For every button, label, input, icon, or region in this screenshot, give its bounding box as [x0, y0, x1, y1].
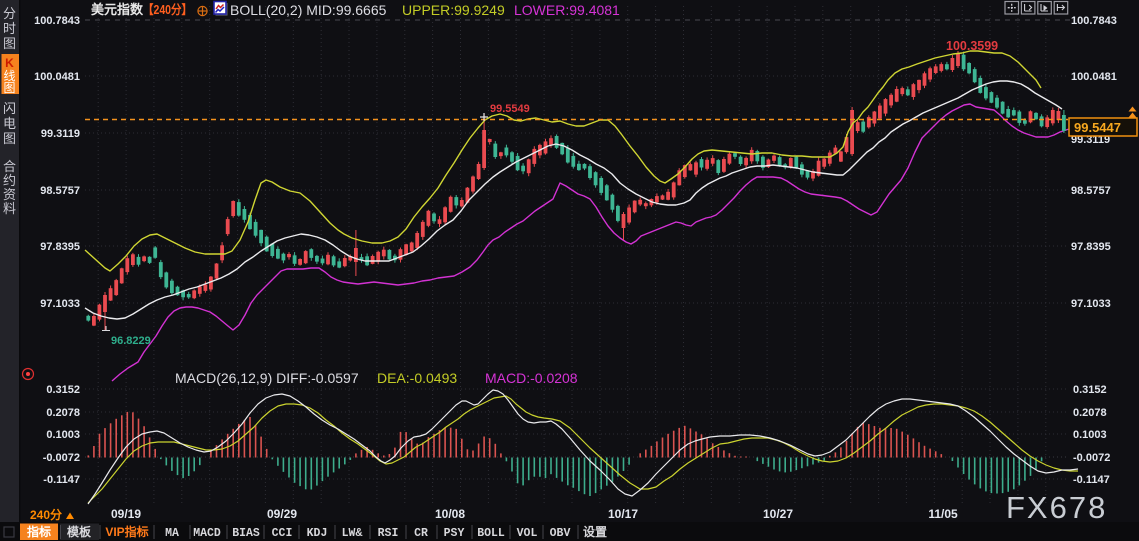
- svg-text:100.0481: 100.0481: [34, 71, 80, 83]
- svg-text:RSI: RSI: [378, 527, 399, 540]
- svg-text:11/05: 11/05: [928, 507, 958, 521]
- svg-text:100.3599: 100.3599: [946, 39, 998, 53]
- svg-text:97.8395: 97.8395: [1071, 241, 1111, 253]
- svg-text:VIP指标: VIP指标: [105, 524, 148, 539]
- svg-text:MACD(26,12,9) DIFF:-0.0597: MACD(26,12,9) DIFF:-0.0597: [175, 370, 359, 386]
- svg-text:时: 时: [3, 21, 16, 36]
- svg-text:MACD:-0.0208: MACD:-0.0208: [485, 370, 578, 386]
- svg-text:FX678: FX678: [1006, 490, 1107, 525]
- svg-text:96.8229: 96.8229: [111, 335, 151, 347]
- svg-text:闪: 闪: [3, 101, 16, 116]
- svg-text:美元指数: 美元指数: [91, 2, 144, 17]
- svg-text:09/29: 09/29: [267, 507, 297, 521]
- svg-text:0.2078: 0.2078: [46, 407, 80, 419]
- svg-text:100.7843: 100.7843: [1071, 15, 1117, 27]
- svg-text:UPPER:99.9249: UPPER:99.9249: [402, 2, 505, 18]
- svg-text:VOL: VOL: [517, 527, 538, 540]
- svg-text:LOWER:99.4081: LOWER:99.4081: [514, 2, 620, 18]
- svg-text:99.3119: 99.3119: [41, 128, 80, 140]
- svg-text:MACD: MACD: [193, 527, 221, 540]
- svg-text:0.1003: 0.1003: [1073, 429, 1107, 441]
- svg-text:MA: MA: [165, 527, 179, 540]
- svg-text:10/17: 10/17: [608, 507, 638, 521]
- svg-text:料: 料: [3, 201, 16, 216]
- svg-text:0.1003: 0.1003: [46, 429, 80, 441]
- svg-text:图: 图: [3, 36, 16, 51]
- svg-text:98.5757: 98.5757: [40, 185, 80, 197]
- svg-text:10/08: 10/08: [435, 507, 465, 521]
- svg-text:资: 资: [3, 187, 16, 202]
- svg-text:模板: 模板: [67, 524, 92, 539]
- svg-text:-0.0072: -0.0072: [43, 452, 80, 464]
- svg-text:09/19: 09/19: [111, 507, 141, 521]
- svg-text:99.5447: 99.5447: [1074, 120, 1121, 135]
- svg-text:合: 合: [3, 159, 16, 174]
- svg-text:10/27: 10/27: [763, 507, 793, 521]
- svg-text:设置: 设置: [583, 524, 607, 539]
- svg-text:约: 约: [3, 173, 16, 188]
- svg-text:OBV: OBV: [550, 527, 571, 540]
- svg-text:CCI: CCI: [272, 527, 293, 540]
- svg-text:K: K: [5, 56, 14, 70]
- svg-text:【240分】: 【240分】: [143, 2, 192, 17]
- svg-text:0.3152: 0.3152: [1073, 384, 1107, 396]
- svg-text:指标: 指标: [27, 524, 51, 539]
- svg-text:100.0481: 100.0481: [1071, 71, 1117, 83]
- svg-text:BOLL(20,2) MID:99.6665: BOLL(20,2) MID:99.6665: [230, 2, 387, 18]
- svg-text:DEA:-0.0493: DEA:-0.0493: [377, 370, 457, 386]
- svg-text:0.2078: 0.2078: [1073, 407, 1107, 419]
- svg-text:PSY: PSY: [444, 527, 465, 540]
- svg-text:100.7843: 100.7843: [34, 15, 80, 27]
- svg-text:97.8395: 97.8395: [40, 241, 80, 253]
- svg-text:CR: CR: [414, 527, 428, 540]
- svg-text:图: 图: [3, 81, 15, 95]
- svg-text:LW&: LW&: [342, 527, 363, 540]
- svg-text:-0.1147: -0.1147: [1073, 474, 1110, 486]
- svg-text:BOLL: BOLL: [477, 527, 505, 540]
- svg-text:-0.0072: -0.0072: [1073, 452, 1110, 464]
- svg-text:97.1033: 97.1033: [40, 298, 80, 310]
- svg-text:98.5757: 98.5757: [1071, 185, 1111, 197]
- svg-text:99.5549: 99.5549: [490, 103, 530, 115]
- svg-text:图: 图: [3, 131, 16, 146]
- svg-text:0.3152: 0.3152: [46, 384, 80, 396]
- svg-text:-0.1147: -0.1147: [43, 474, 80, 486]
- svg-text:BIAS: BIAS: [232, 527, 260, 540]
- svg-text:97.1033: 97.1033: [1071, 298, 1111, 310]
- svg-text:电: 电: [3, 116, 16, 131]
- svg-text:KDJ: KDJ: [307, 527, 328, 540]
- svg-text:240分: 240分: [30, 507, 62, 522]
- svg-text:分: 分: [3, 6, 16, 21]
